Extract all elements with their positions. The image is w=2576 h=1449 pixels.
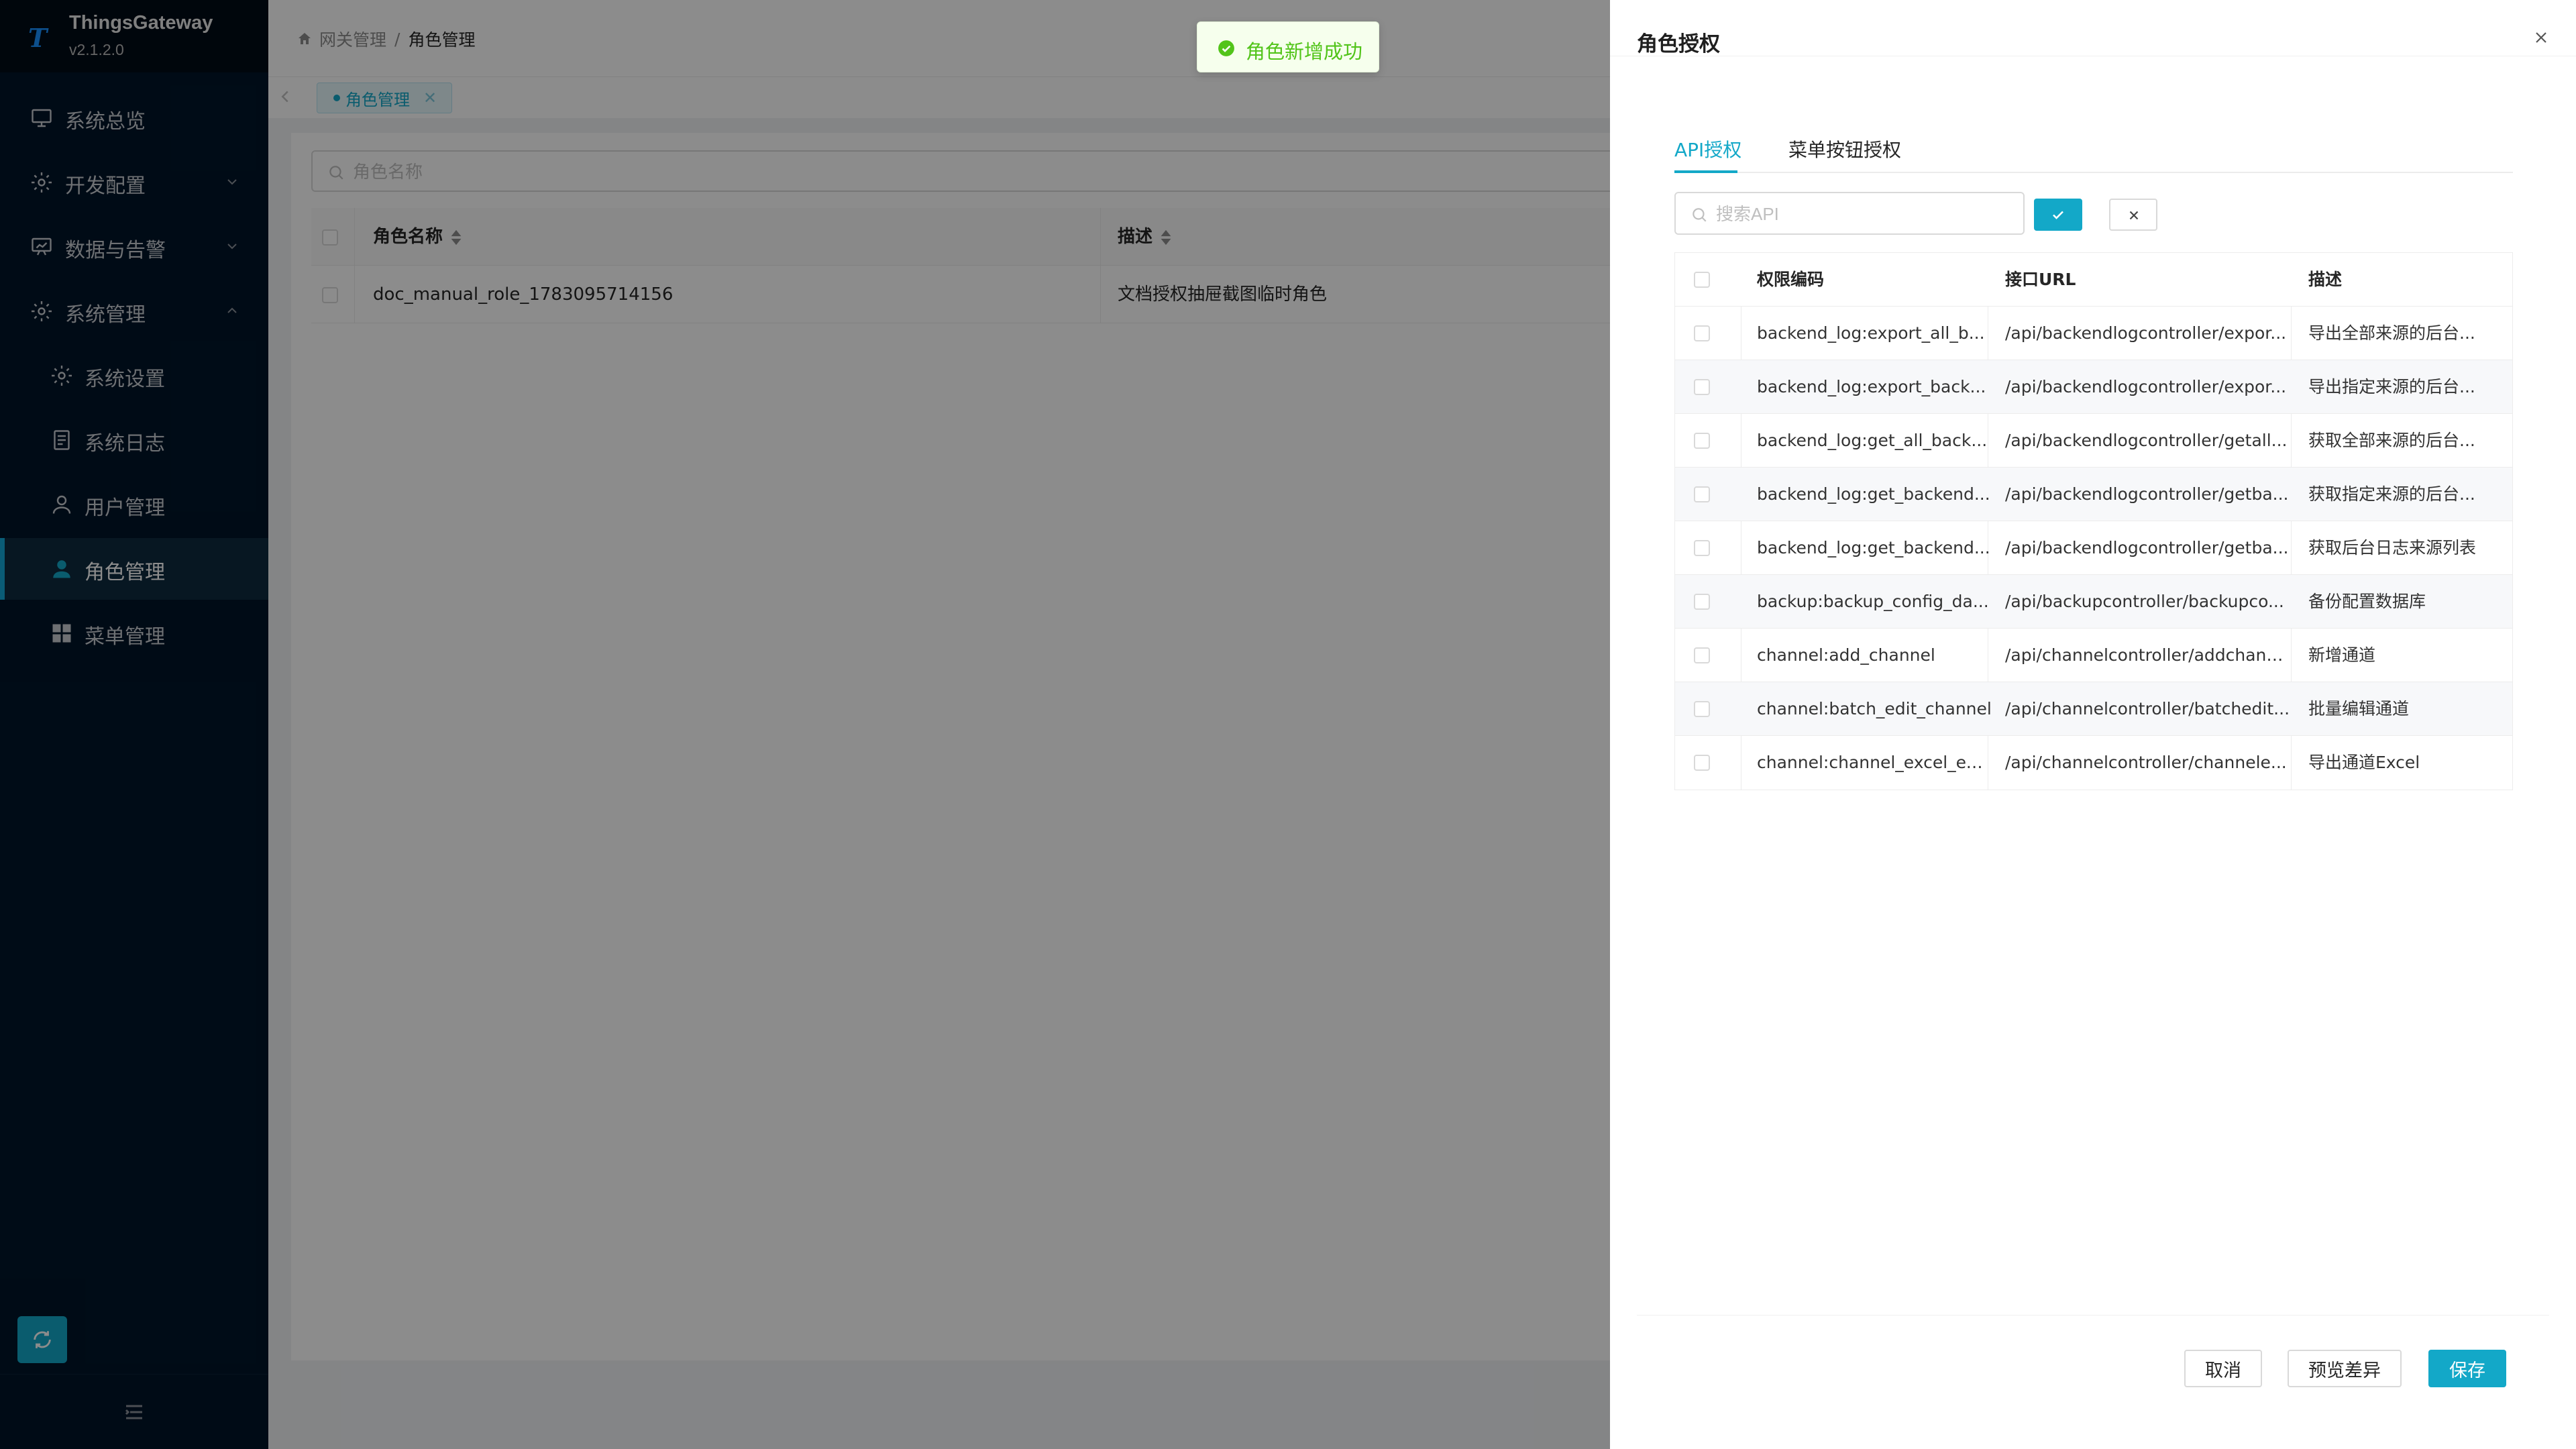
permission-code-cell: backend_log:get_all_back...	[1757, 431, 1988, 450]
row-checkbox[interactable]	[1694, 701, 1710, 717]
row-checkbox[interactable]	[1694, 594, 1710, 610]
search-clear-button[interactable]	[2109, 199, 2157, 231]
permission-code-cell: backend_log:get_backend...	[1757, 538, 1990, 557]
description-cell: 导出全部来源的后台...	[2308, 323, 2475, 343]
table-row[interactable]: backend_log:export_all_b... /api/backend…	[1675, 307, 2512, 360]
table-row[interactable]: backend_log:get_backend... /api/backendl…	[1675, 521, 2512, 575]
close-icon	[2129, 211, 2139, 220]
search-confirm-button[interactable]	[2034, 199, 2082, 231]
description-cell: 获取指定来源的后台...	[2308, 484, 2475, 504]
description-cell: 新增通道	[2308, 645, 2376, 665]
api-url-cell: /api/backendlogcontroller/getba...	[2005, 538, 2289, 557]
role-authorization-drawer: 角色授权 API授权 菜单按钮授权 权限编码 接口URL 描述 backend_…	[1610, 0, 2576, 1449]
drawer-footer-divider	[1637, 1315, 2549, 1316]
api-url-cell: /api/backendlogcontroller/getba...	[2005, 484, 2289, 504]
api-url-cell: /api/backendlogcontroller/expor...	[2005, 323, 2287, 343]
api-url-cell: /api/channelcontroller/channele...	[2005, 753, 2287, 772]
row-checkbox[interactable]	[1694, 540, 1710, 556]
description-cell: 获取全部来源的后台...	[2308, 431, 2475, 450]
table-row[interactable]: backend_log:get_all_back... /api/backend…	[1675, 414, 2512, 468]
permission-tabs: API授权 菜单按钮授权	[1674, 131, 2513, 173]
table-row[interactable]: channel:channel_excel_ex... /api/channel…	[1675, 736, 2512, 790]
drawer-title: 角色授权	[1637, 32, 1720, 56]
active-tab-indicator	[1674, 170, 1737, 173]
permission-code-cell: backend_log:get_backend...	[1757, 484, 1990, 504]
table-header: 权限编码 接口URL 描述	[1675, 253, 2512, 307]
table-row[interactable]: channel:batch_edit_channel /api/channelc…	[1675, 682, 2512, 736]
column-header-api-url: 接口URL	[2005, 270, 2076, 289]
column-header-permission-code: 权限编码	[1757, 270, 1825, 289]
success-toast: 角色新增成功	[1197, 21, 1379, 72]
permission-code-cell: channel:batch_edit_channel	[1757, 699, 1992, 718]
permission-code-cell: backend_log:export_back...	[1757, 377, 1986, 396]
api-url-cell: /api/channelcontroller/addchannel	[2005, 645, 2291, 665]
drawer-mask[interactable]	[0, 0, 1610, 1449]
row-checkbox[interactable]	[1694, 433, 1710, 449]
description-cell: 导出指定来源的后台...	[2308, 377, 2475, 396]
table-row[interactable]: backend_log:export_back... /api/backendl…	[1675, 360, 2512, 414]
row-checkbox[interactable]	[1694, 379, 1710, 395]
cancel-button[interactable]: 取消	[2184, 1350, 2262, 1387]
row-checkbox[interactable]	[1694, 755, 1710, 771]
table-row[interactable]: channel:add_channel /api/channelcontroll…	[1675, 629, 2512, 682]
api-search-box	[1674, 192, 2025, 235]
select-all-checkbox[interactable]	[1694, 272, 1710, 288]
permission-code-cell: backup:backup_config_da...	[1757, 592, 1989, 611]
description-cell: 备份配置数据库	[2308, 592, 2426, 611]
save-button[interactable]: 保存	[2428, 1350, 2506, 1387]
tab-api-authorization[interactable]: API授权	[1674, 136, 1741, 162]
table-row[interactable]: backup:backup_config_da... /api/backupco…	[1675, 575, 2512, 629]
description-cell: 批量编辑通道	[2308, 699, 2410, 718]
permission-code-cell: channel:channel_excel_ex...	[1757, 753, 1992, 772]
api-url-cell: /api/channelcontroller/batchedit...	[2005, 699, 2290, 718]
search-icon	[1693, 208, 1707, 222]
permission-code-cell: channel:add_channel	[1757, 645, 1935, 665]
description-cell: 导出通道Excel	[2308, 753, 2420, 772]
row-checkbox[interactable]	[1694, 647, 1710, 663]
check-circle-icon	[1218, 40, 1234, 56]
check-icon	[2053, 211, 2063, 219]
drawer-header: 角色授权	[1610, 0, 2576, 56]
row-checkbox[interactable]	[1694, 325, 1710, 341]
preview-diff-button[interactable]: 预览差异	[2288, 1350, 2402, 1387]
api-url-cell: /api/backendlogcontroller/expor...	[2005, 377, 2287, 396]
close-icon[interactable]	[2533, 30, 2549, 46]
row-checkbox[interactable]	[1694, 486, 1710, 502]
table-row[interactable]: backend_log:get_backend... /api/backendl…	[1675, 468, 2512, 521]
api-permission-table: 权限编码 接口URL 描述 backend_log:export_all_b..…	[1674, 252, 2513, 790]
api-url-cell: /api/backupcontroller/backupco...	[2005, 592, 2284, 611]
description-cell: 获取后台日志来源列表	[2308, 538, 2477, 557]
api-search-input[interactable]	[1716, 199, 2018, 229]
tab-menu-button-authorization[interactable]: 菜单按钮授权	[1788, 136, 1901, 162]
toast-message: 角色新增成功	[1246, 40, 1363, 63]
api-url-cell: /api/backendlogcontroller/getall...	[2005, 431, 2288, 450]
permission-code-cell: backend_log:export_all_b...	[1757, 323, 1985, 343]
column-header-description: 描述	[2308, 270, 2343, 289]
